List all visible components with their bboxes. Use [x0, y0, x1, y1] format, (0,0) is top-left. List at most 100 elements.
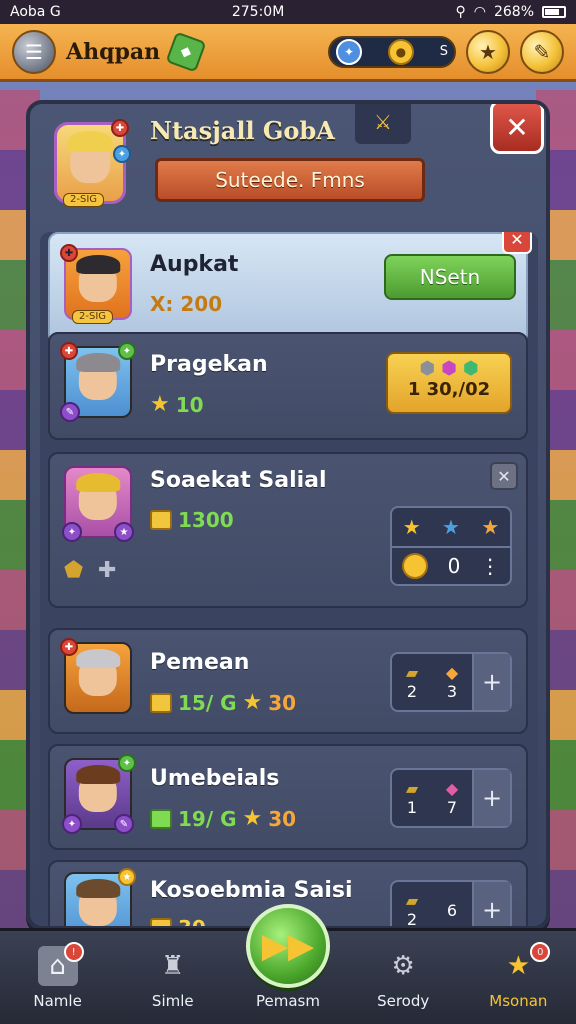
gold-box-icon — [150, 692, 172, 713]
player-score: X: 200 — [150, 292, 223, 316]
list-item-avatar: ✚ — [60, 638, 132, 714]
avatar-hair — [76, 353, 120, 373]
list-item[interactable]: ✚ ✦ ✎ Pragekan ★ 10 ⬢ ⬢ ⬢ 1 30,/02 — [48, 332, 528, 440]
purple-badge-icon: ✎ — [114, 814, 134, 834]
battery-percent: 268% — [493, 4, 534, 20]
star-icon: ★ — [402, 515, 421, 539]
emerald-icon: ⬢ — [462, 358, 479, 379]
item-slot: ▰ 2 — [392, 882, 432, 929]
nav-home[interactable]: ⌂ ! Namle — [8, 942, 108, 1010]
wood-icon: ▰ — [405, 779, 419, 798]
list-item-avatar: ✦ ★ — [62, 466, 134, 542]
add-item-button[interactable]: + — [472, 882, 510, 926]
player-name: Soaekat Salial — [150, 468, 327, 493]
play-button[interactable]: ▶▶ — [246, 904, 330, 988]
avatar-level-tag: 2-SIG — [63, 193, 105, 207]
currency-bar[interactable]: ✦ ● S — [328, 35, 456, 68]
panel-subtitle-ribbon: Suteede. Fmns — [155, 158, 425, 202]
avatar-level-tag: 2-SIG — [72, 310, 114, 324]
player-score: 10 — [175, 392, 204, 417]
player-stat: ★ 10 — [150, 392, 204, 417]
list-item[interactable]: ✦ ★ ⬟ ✚ Soaekat Salial 1300 ✕ ★ ★ ★ 0 ⋮ — [48, 452, 528, 608]
resource-row: 0 ⋮ — [392, 546, 510, 584]
nav-label: Simle — [151, 992, 194, 1010]
resource-box[interactable]: ★ ★ ★ 0 ⋮ — [390, 506, 512, 586]
nav-mission[interactable]: ★ 0 Msonan — [468, 942, 568, 1010]
resource-row: ★ ★ ★ — [392, 508, 510, 546]
nav-label: Pemasm — [255, 992, 320, 1010]
clock: 275:0M — [231, 4, 285, 20]
item-count: 2 — [406, 910, 418, 929]
player-stat: 19/ G ★ 30 — [150, 806, 296, 831]
battery-icon — [542, 6, 566, 18]
gold-coin-icon — [401, 553, 428, 579]
wrench-icon: ✎ — [533, 39, 551, 64]
items-box[interactable]: ▰ 2 6 + — [390, 880, 512, 929]
status-bar: Aoba G 275:0M ⚲ ◠ 268% — [0, 0, 576, 24]
blue-star-icon: ★ — [442, 515, 460, 539]
settings-button[interactable]: ✎ — [520, 29, 564, 74]
panel-header: ✚ ✦ 2-SIG Ntasjall GobA ⚔ Suteede. Fmns … — [30, 104, 546, 234]
red-badge-icon: ✚ — [60, 638, 78, 656]
close-icon: ✕ — [505, 110, 529, 144]
reward-icons: ⬢ ⬢ ⬢ — [388, 354, 510, 379]
carrier-label: Aoba G — [10, 4, 61, 20]
nav-label: Namle — [33, 992, 82, 1010]
avatar-hair — [76, 255, 120, 275]
red-badge-icon: ✚ — [111, 119, 129, 137]
item-slot: ◆ 3 — [432, 654, 472, 710]
gem-icon[interactable]: ◆ — [165, 30, 207, 73]
list-item[interactable]: ✚ 2-SIG Aupkat X: 200 NSetn — [48, 232, 528, 344]
add-item-button[interactable]: + — [472, 654, 510, 710]
player-name: Pragekan — [150, 352, 268, 377]
player-score: 19/ G — [178, 806, 237, 831]
green-box-icon — [150, 808, 172, 829]
reward-value: 1 30,/02 — [407, 379, 491, 400]
items-box[interactable]: ▰ 1 ◆ 7 + — [390, 768, 512, 828]
blue-badge-icon: ✦ — [113, 145, 131, 163]
green-badge-icon: ✦ — [118, 754, 136, 772]
add-item-button[interactable]: + — [472, 770, 510, 826]
action-button[interactable]: NSetn — [384, 254, 516, 300]
swords-icon: ⚔ — [355, 104, 411, 144]
list-item[interactable]: ✚ Pemean 15/ G ★ 30 ▰ 2 ◆ 3 + — [48, 628, 528, 734]
items-box[interactable]: ▰ 2 ◆ 3 + — [390, 652, 512, 712]
list-item[interactable]: ✦ ✦ ✎ Umebeials 19/ G ★ 30 ▰ 1 ◆ 7 + — [48, 744, 528, 850]
purple-badge-icon: ✦ — [62, 522, 82, 542]
reward-box[interactable]: ⬢ ⬢ ⬢ 1 30,/02 — [386, 352, 512, 414]
menu-button[interactable]: ☰ — [12, 29, 56, 74]
close-list-button[interactable]: ✕ — [502, 232, 532, 254]
wood-icon: ▰ — [405, 663, 419, 682]
status-icons: ⚲ ◠ 268% — [455, 4, 566, 20]
player-stat: 1300 — [150, 508, 234, 532]
signal-icon: ⚲ — [455, 4, 466, 20]
star-icon: ★ — [242, 806, 263, 831]
player-stat: X: 200 — [150, 292, 222, 316]
item-slot: ▰ 1 — [392, 770, 432, 826]
close-panel-button[interactable]: ✕ — [490, 104, 544, 154]
menu-icon: ☰ — [25, 39, 43, 64]
avatar-hair — [76, 879, 120, 899]
player-name: Umebeials — [150, 766, 280, 791]
nav-settings[interactable]: ⚙ Serody — [353, 946, 453, 1010]
star-icon: ★ — [242, 690, 263, 715]
gold-coin-icon: ● — [387, 38, 414, 65]
list-item-avatar: ✚ ✦ ✎ — [60, 342, 136, 422]
player-name: Kosoebmia Saisi — [150, 878, 353, 903]
player-name: Aupkat — [150, 252, 239, 277]
purple-badge-icon: ★ — [114, 522, 134, 542]
player-stars: 30 — [268, 690, 297, 715]
player-score: 15/ G — [178, 690, 237, 715]
nav-castle[interactable]: ♜ Simle — [123, 946, 223, 1010]
remove-button[interactable]: ✕ — [490, 462, 518, 490]
item-count: 7 — [446, 798, 458, 817]
player-avatar[interactable]: ✚ ✦ 2-SIG — [54, 119, 131, 207]
list-item-avatar: ✚ 2-SIG — [60, 244, 132, 324]
wood-icon: ▰ — [405, 891, 419, 910]
item-slot: ◆ 7 — [432, 770, 472, 826]
avatar-hair — [76, 649, 120, 669]
friends-list[interactable]: ✕ ✚ 2-SIG Aupkat X: 200 NSetn ✚ ✦ ✎ Prag… — [40, 232, 538, 929]
achievements-button[interactable]: ★ — [466, 29, 510, 74]
avatar-hair — [76, 765, 120, 785]
crystal-icon: ⬢ — [441, 358, 457, 379]
